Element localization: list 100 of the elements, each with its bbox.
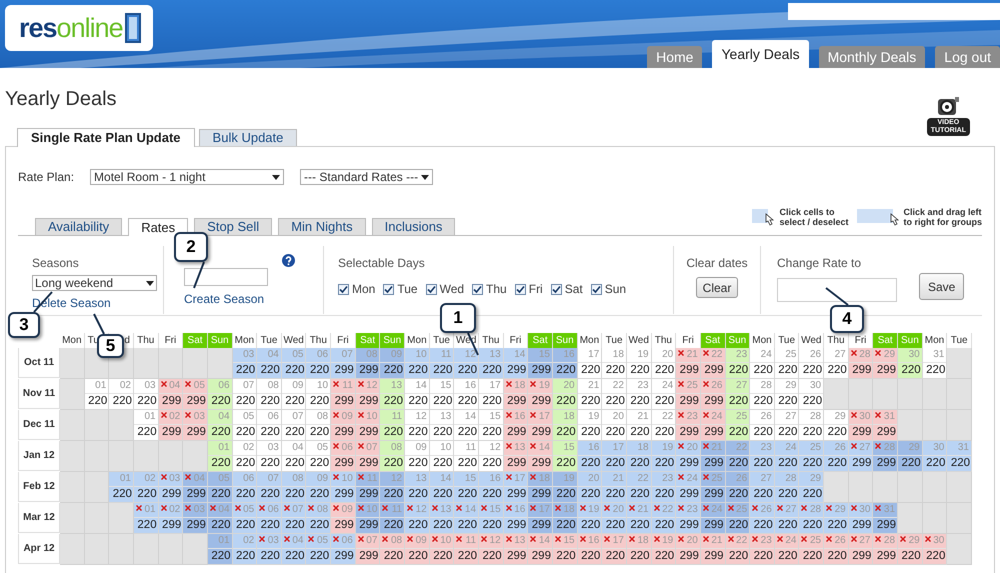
date-cell[interactable]: 27 220 (726, 379, 750, 410)
date-cell[interactable]: 29 220 (824, 503, 849, 534)
date-cell[interactable]: 14 299 (528, 441, 553, 472)
date-cell[interactable]: 11 220 (454, 534, 480, 565)
date-cell[interactable]: 21 220 (602, 472, 627, 503)
date-cell[interactable]: 17 299 (528, 503, 553, 534)
date-cell[interactable]: 12 220 (479, 534, 504, 565)
date-cell[interactable]: 31 299 (873, 503, 898, 534)
tab[interactable]: Stop Sell (194, 218, 272, 235)
date-cell[interactable]: 22 220 (726, 534, 750, 565)
date-cell[interactable]: 13 220 (430, 503, 454, 534)
date-cell[interactable]: 01 220 (134, 410, 159, 441)
date-cell[interactable]: 14 299 (528, 534, 553, 565)
date-cell[interactable]: 20 220 (652, 348, 676, 379)
date-cell[interactable]: 10 220 (430, 441, 454, 472)
search-field[interactable] (788, 3, 1000, 20)
date-cell[interactable]: 23 220 (726, 348, 750, 379)
date-cell[interactable]: 19 220 (652, 441, 676, 472)
date-cell[interactable]: 20 220 (602, 410, 627, 441)
date-cell[interactable]: 09 299 (331, 410, 356, 441)
date-cell[interactable]: 22 299 (700, 348, 726, 379)
date-cell[interactable]: 22 220 (652, 503, 676, 534)
date-cell[interactable]: 16 220 (578, 534, 602, 565)
date-cell[interactable]: 19 220 (626, 348, 652, 379)
date-cell[interactable]: 27 220 (750, 472, 775, 503)
date-cell[interactable]: 10 299 (356, 410, 380, 441)
date-cell[interactable]: 02 220 (134, 472, 159, 503)
date-cell[interactable]: 02 299 (158, 503, 184, 534)
date-cell[interactable]: 21 299 (676, 348, 701, 379)
date-cell[interactable]: 16 299 (504, 503, 528, 534)
date-cell[interactable]: 18 220 (602, 348, 627, 379)
date-cell[interactable]: 24 220 (652, 379, 676, 410)
date-cell[interactable]: 23 299 (676, 503, 701, 534)
date-cell[interactable]: 12 220 (479, 441, 504, 472)
date-cell[interactable]: 12 299 (356, 379, 380, 410)
date-cell[interactable]: 20 220 (578, 472, 602, 503)
date-cell[interactable]: 12 220 (380, 472, 406, 503)
date-cell[interactable]: 23 299 (676, 410, 701, 441)
date-cell[interactable]: 31 220 (947, 441, 972, 472)
date-cell[interactable]: 08 299 (356, 348, 380, 379)
date-cell[interactable]: 03 299 (183, 503, 208, 534)
date-cell[interactable]: 27 220 (774, 410, 800, 441)
date-cell[interactable]: 17 299 (504, 472, 528, 503)
date-cell[interactable]: 29 220 (824, 410, 849, 441)
tab[interactable]: Inclusions (372, 218, 456, 235)
date-cell[interactable]: 10 220 (306, 379, 332, 410)
date-cell[interactable]: 10 220 (430, 534, 454, 565)
rate-plan-select[interactable]: Motel Room - 1 night (90, 169, 284, 185)
date-cell[interactable]: 15 220 (430, 379, 454, 410)
date-cell[interactable]: 06 220 (208, 379, 233, 410)
date-cell[interactable]: 12 220 (454, 348, 480, 379)
create-season-link[interactable]: Create Season (184, 290, 268, 308)
date-cell[interactable]: 11 220 (380, 503, 406, 534)
date-cell[interactable]: 10 299 (356, 503, 380, 534)
date-cell[interactable]: 05 299 (183, 379, 208, 410)
date-cell[interactable]: 28 220 (774, 472, 800, 503)
date-cell[interactable]: 22 220 (726, 441, 750, 472)
date-cell[interactable]: 28 299 (848, 348, 874, 379)
date-cell[interactable]: 11 299 (356, 472, 380, 503)
date-cell[interactable]: 21 220 (626, 503, 652, 534)
date-cell[interactable]: 10 299 (331, 472, 356, 503)
date-cell[interactable]: 20 220 (602, 503, 627, 534)
date-cell[interactable]: 31 299 (873, 410, 898, 441)
date-cell[interactable]: 26 299 (700, 379, 726, 410)
date-cell[interactable]: 07 220 (282, 503, 306, 534)
date-cell[interactable]: 27 299 (848, 534, 874, 565)
date-cell[interactable]: 14 220 (454, 410, 480, 441)
date-cell[interactable]: 06 299 (331, 534, 356, 565)
date-cell[interactable]: 17 299 (528, 410, 553, 441)
date-cell[interactable]: 11 220 (430, 348, 454, 379)
date-cell[interactable]: 27 220 (774, 503, 800, 534)
date-cell[interactable]: 31 220 (922, 348, 948, 379)
date-cell[interactable]: 01 220 (109, 472, 134, 503)
date-cell[interactable]: 08 220 (306, 410, 332, 441)
date-cell[interactable]: 29 220 (799, 472, 824, 503)
date-cell[interactable]: 06 220 (232, 472, 258, 503)
date-cell[interactable]: 23 220 (750, 441, 775, 472)
season-name-field[interactable] (184, 268, 268, 286)
date-cell[interactable]: 29 299 (873, 348, 898, 379)
date-cell[interactable]: 28 299 (873, 441, 898, 472)
date-cell[interactable]: 02 220 (232, 534, 258, 565)
date-cell[interactable]: 26 220 (824, 441, 849, 472)
date-cell[interactable]: 16 220 (454, 379, 480, 410)
date-cell[interactable]: 03 220 (257, 441, 282, 472)
date-cell[interactable]: 13 220 (479, 348, 504, 379)
date-cell[interactable]: 16 220 (479, 472, 504, 503)
nav-tab[interactable]: Yearly Deals (712, 40, 809, 68)
date-cell[interactable]: 18 220 (626, 534, 652, 565)
date-cell[interactable]: 13 220 (405, 472, 430, 503)
checkbox[interactable] (514, 284, 526, 294)
date-cell[interactable]: 10 220 (405, 348, 430, 379)
date-cell[interactable]: 17 220 (479, 379, 504, 410)
date-cell[interactable]: 30 220 (898, 348, 923, 379)
date-cell[interactable]: 25 299 (676, 379, 701, 410)
date-cell[interactable]: 30 299 (848, 410, 874, 441)
date-cell[interactable]: 04 220 (257, 348, 282, 379)
date-cell[interactable]: 02 299 (158, 410, 184, 441)
tab[interactable]: Bulk Update (198, 129, 298, 146)
date-cell[interactable]: 26 220 (750, 503, 775, 534)
date-cell[interactable]: 03 220 (232, 348, 258, 379)
